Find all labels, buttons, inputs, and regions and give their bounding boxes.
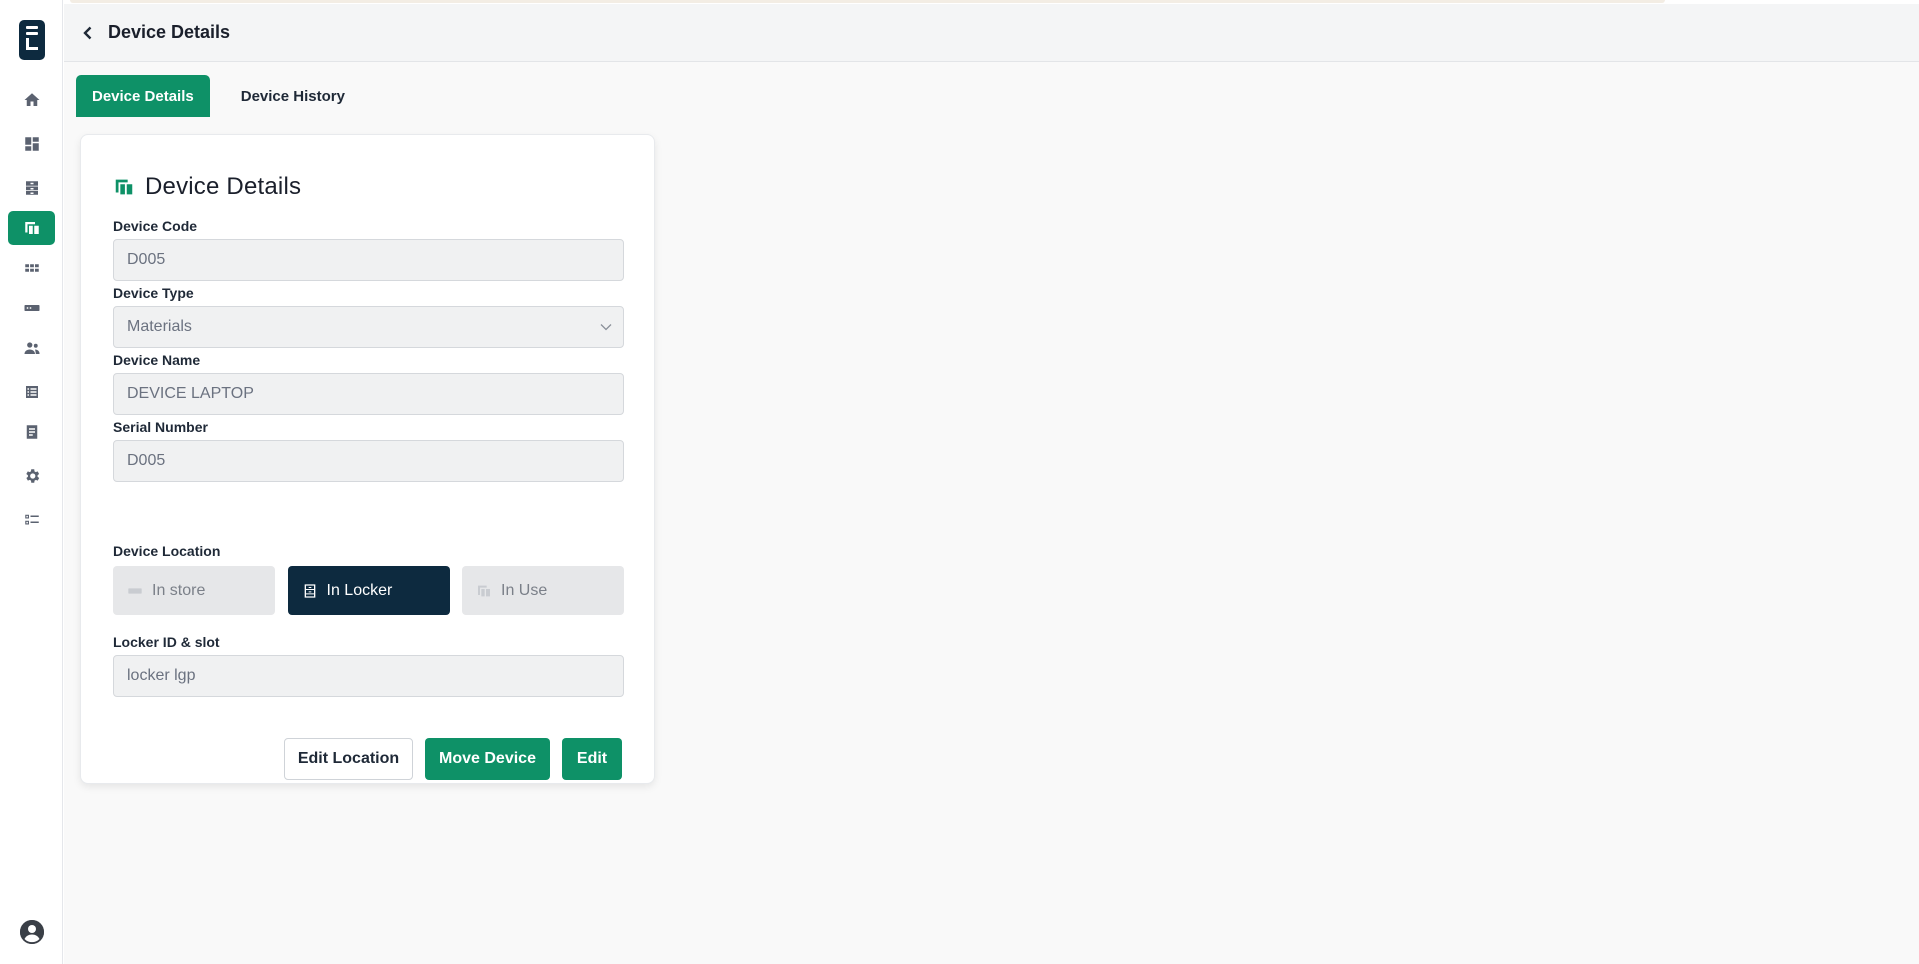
location-in-locker-button[interactable]: In Locker bbox=[287, 566, 450, 615]
location-in-store-label: In store bbox=[152, 581, 206, 599]
device-type-value: Materials bbox=[127, 318, 192, 335]
devices-icon bbox=[476, 583, 492, 599]
main-content: Device Details Device History Device Det… bbox=[64, 62, 1919, 964]
sidebar-item-dashboard[interactable] bbox=[8, 127, 55, 161]
locker-slot-field[interactable] bbox=[113, 655, 624, 697]
logo-letter bbox=[26, 38, 38, 50]
document-icon bbox=[26, 425, 37, 439]
tab-bar: Device Details Device History bbox=[76, 75, 361, 117]
serial-number-label: Serial Number bbox=[113, 419, 208, 435]
device-code-field[interactable] bbox=[113, 239, 624, 281]
card-title: Device Details bbox=[145, 173, 302, 200]
location-in-use-button[interactable]: In Use bbox=[462, 566, 624, 615]
device-name-field[interactable] bbox=[113, 373, 624, 415]
serial-number-field[interactable] bbox=[113, 440, 624, 482]
device-name-label: Device Name bbox=[113, 352, 201, 368]
locker-icon bbox=[302, 583, 318, 599]
logo-line bbox=[26, 32, 38, 35]
sidebar-item-reports[interactable] bbox=[8, 415, 55, 449]
sidebar-item-devices[interactable] bbox=[8, 211, 55, 245]
location-in-use-label: In Use bbox=[501, 581, 548, 599]
card-actions: Edit Location Move Device Edit bbox=[284, 738, 622, 780]
device-location-label: Device Location bbox=[113, 543, 221, 559]
sidebar-item-settings[interactable] bbox=[8, 459, 55, 493]
account-circle-icon bbox=[20, 920, 44, 944]
back-button[interactable] bbox=[79, 24, 97, 42]
top-strip-bar bbox=[70, 0, 1665, 3]
page-header: Device Details bbox=[64, 4, 1919, 62]
device-type-label: Device Type bbox=[113, 285, 194, 301]
chevron-left-icon bbox=[83, 26, 92, 39]
locker-slot-label: Locker ID & slot bbox=[113, 634, 220, 650]
tab-device-details[interactable]: Device Details bbox=[76, 75, 210, 117]
devices-icon bbox=[113, 176, 135, 198]
device-location-options: In store In Locker In Use bbox=[113, 566, 624, 615]
move-device-button[interactable]: Move Device bbox=[425, 738, 550, 780]
devices-icon bbox=[24, 222, 39, 234]
sidebar bbox=[0, 0, 63, 964]
edit-location-button[interactable]: Edit Location bbox=[284, 738, 413, 780]
dashboard-icon bbox=[24, 137, 39, 151]
app-logo[interactable] bbox=[19, 20, 45, 60]
home-icon bbox=[24, 93, 39, 106]
storage-icon bbox=[127, 583, 143, 599]
chevron-down-icon bbox=[599, 320, 613, 334]
locker-icon bbox=[25, 181, 38, 195]
sidebar-item-home[interactable] bbox=[8, 83, 55, 117]
checklist-icon bbox=[24, 514, 39, 525]
sidebar-item-apps[interactable] bbox=[8, 251, 55, 285]
tab-device-history[interactable]: Device History bbox=[226, 75, 361, 117]
sidebar-item-store[interactable] bbox=[8, 291, 55, 325]
sidebar-item-users[interactable] bbox=[8, 331, 55, 365]
sidebar-item-lists[interactable] bbox=[8, 375, 55, 409]
card-header: Device Details bbox=[113, 173, 301, 201]
device-code-label: Device Code bbox=[113, 218, 198, 234]
device-type-select[interactable]: Materials bbox=[113, 306, 624, 348]
gear-icon bbox=[25, 469, 39, 483]
page-title: Device Details bbox=[108, 22, 231, 42]
logo-line bbox=[26, 26, 38, 29]
edit-button[interactable]: Edit bbox=[562, 738, 622, 780]
location-in-store-button[interactable]: In store bbox=[113, 566, 275, 615]
profile-button[interactable] bbox=[20, 920, 44, 944]
device-details-card: Device Details Device Code Device Type M… bbox=[80, 134, 655, 784]
sidebar-item-checklist[interactable] bbox=[8, 503, 55, 537]
storage-icon bbox=[24, 305, 39, 311]
grid-icon bbox=[24, 264, 39, 272]
users-icon bbox=[24, 342, 39, 354]
sidebar-item-lockers[interactable] bbox=[8, 171, 55, 205]
location-in-locker-label: In Locker bbox=[326, 581, 393, 599]
list-icon bbox=[25, 386, 38, 398]
